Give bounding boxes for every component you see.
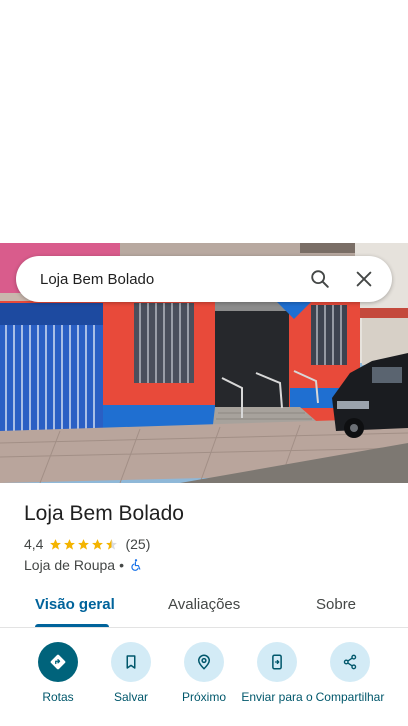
directions-icon: [50, 654, 66, 670]
search-bar[interactable]: Loja Bem Bolado: [16, 256, 392, 302]
save-button[interactable]: Salvar: [91, 642, 171, 705]
wheelchair-accessible-icon: [129, 558, 143, 572]
tab-reviews[interactable]: Avaliações: [168, 596, 240, 613]
send-to-phone-label: Enviar para o: [241, 690, 313, 704]
search-icon: [311, 270, 329, 288]
nearby-label: Próximo: [181, 690, 226, 704]
star-icon: [78, 538, 90, 550]
nearby-button[interactable]: Próximo: [164, 642, 244, 705]
tab-overview[interactable]: Visão geral: [35, 596, 115, 613]
share-label: Compartilhar: [315, 690, 385, 704]
tab-bar: Visão geral Avaliações Sobre: [0, 586, 408, 628]
close-icon: [356, 271, 372, 287]
blank-area: [0, 0, 408, 243]
send-to-phone-circle[interactable]: [257, 642, 297, 682]
rating-value: 4,4: [24, 536, 44, 552]
star-icon: [92, 538, 104, 550]
half-star-icon: [106, 538, 118, 550]
directions-button[interactable]: Rotas: [18, 642, 98, 705]
share-circle[interactable]: [330, 642, 370, 682]
bookmark-icon: [126, 655, 136, 669]
review-count[interactable]: (25): [125, 536, 150, 552]
directions-circle[interactable]: [38, 642, 78, 682]
directions-label: Rotas: [42, 690, 74, 704]
send-to-phone-button[interactable]: Enviar para o: [237, 642, 317, 705]
active-tab-indicator: [35, 624, 109, 627]
star-icon: [64, 538, 76, 550]
nearby-circle[interactable]: [184, 642, 224, 682]
nearby-icon: [198, 654, 210, 670]
tab-about[interactable]: Sobre: [316, 596, 356, 613]
rating-row[interactable]: 4,4 (25): [24, 536, 150, 552]
save-circle[interactable]: [111, 642, 151, 682]
share-button[interactable]: Compartilhar: [310, 642, 390, 705]
send-to-phone-icon: [272, 654, 282, 670]
star-icon: [50, 538, 62, 550]
place-title: Loja Bem Bolado: [24, 502, 184, 525]
separator-dot: •: [119, 557, 124, 573]
category-row: Loja de Roupa •: [24, 557, 143, 573]
save-label: Salvar: [113, 690, 148, 704]
rating-stars: [49, 538, 119, 551]
place-category: Loja de Roupa: [24, 557, 116, 573]
clear-button[interactable]: [344, 259, 384, 299]
search-button[interactable]: [300, 259, 340, 299]
search-input[interactable]: Loja Bem Bolado: [40, 271, 300, 288]
share-icon: [343, 654, 357, 670]
